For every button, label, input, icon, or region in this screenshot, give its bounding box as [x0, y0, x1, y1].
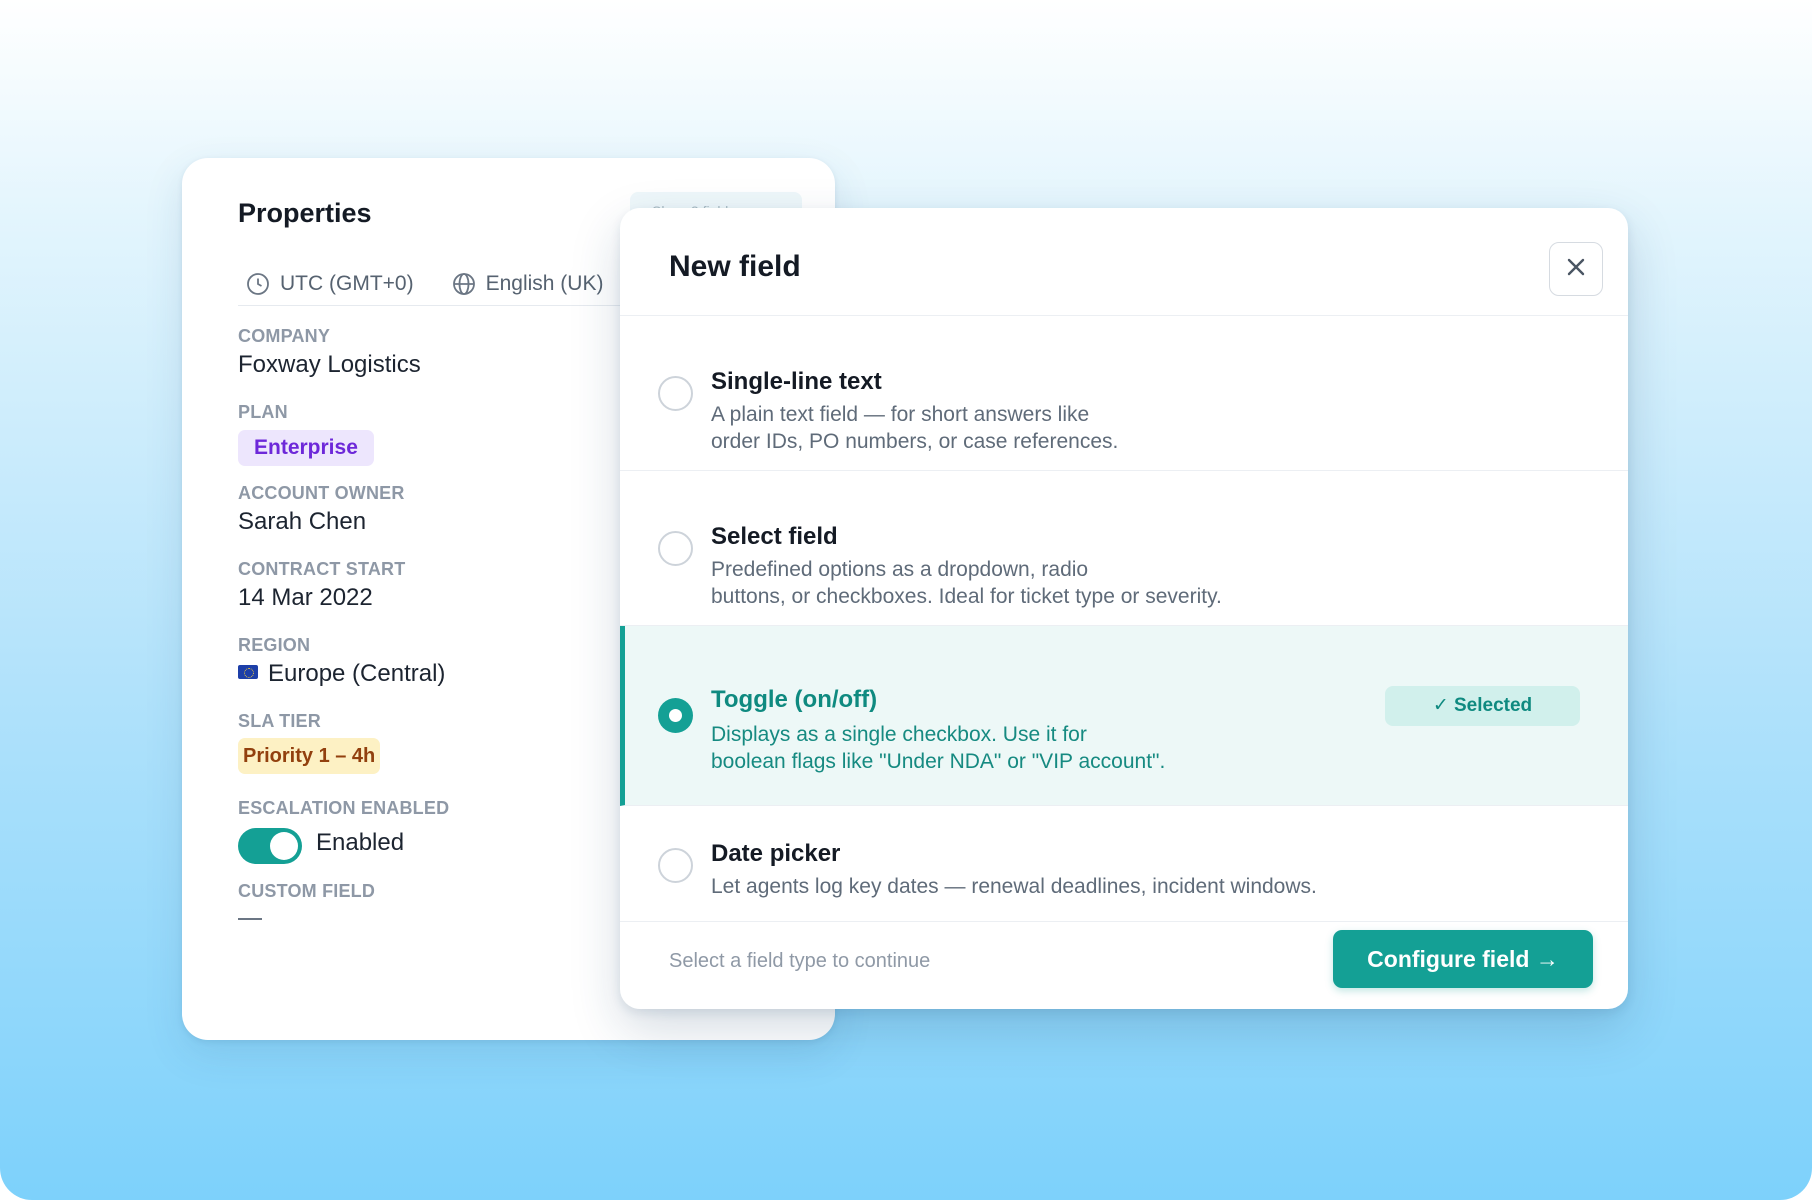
- custom-field-label: CUSTOM FIELD: [238, 881, 376, 901]
- option-description: Let agents log key dates — renewal deadl…: [711, 875, 1317, 898]
- company-value: Foxway Logistics: [238, 351, 421, 378]
- option-description: buttons, or checkboxes. Ideal for ticket…: [711, 585, 1222, 608]
- clock-icon: [246, 272, 270, 296]
- toggle-knob: [270, 832, 298, 860]
- option-description: Displays as a single checkbox. Use it fo…: [711, 723, 1087, 746]
- radio-toggle-selected[interactable]: [658, 698, 693, 733]
- footer-hint: Select a field type to continue: [669, 950, 931, 972]
- option-description: boolean flags like "Under NDA" or "VIP a…: [711, 750, 1166, 773]
- contract-start-label: CONTRACT START: [238, 559, 406, 579]
- configure-field-button[interactable]: Configure field →: [1333, 930, 1593, 988]
- option-description: A plain text field — for short answers l…: [711, 403, 1090, 426]
- option-title: Date picker: [711, 840, 841, 867]
- option-toggle-on-off[interactable]: Toggle (on/off) Displays as a single che…: [620, 626, 1628, 806]
- selected-badge: ✓ Selected: [1385, 686, 1580, 726]
- option-description: order IDs, PO numbers, or case reference…: [711, 430, 1119, 453]
- language-text: English (UK): [485, 272, 604, 295]
- option-description: Predefined options as a dropdown, radio: [711, 558, 1089, 581]
- option-title: Toggle (on/off): [711, 686, 878, 713]
- eu-flag-icon: [238, 665, 258, 679]
- close-icon: [1564, 255, 1588, 284]
- escalation-label: ESCALATION ENABLED: [238, 798, 450, 818]
- plan-label: PLAN: [238, 402, 288, 422]
- globe-icon: [452, 272, 476, 296]
- empty-value-dash: [238, 918, 262, 920]
- region-value: Europe (Central): [238, 660, 445, 688]
- contract-start-value: 14 Mar 2022: [238, 584, 373, 611]
- escalation-toggle[interactable]: [238, 828, 302, 864]
- language-item: English (UK): [452, 272, 604, 296]
- sla-tier-label: SLA TIER: [238, 711, 321, 731]
- locale-meta-row: UTC (GMT+0) English (UK): [246, 264, 603, 304]
- account-owner-value: Sarah Chen: [238, 508, 367, 535]
- timezone-item: UTC (GMT+0): [246, 272, 414, 296]
- escalation-status: Enabled: [316, 829, 405, 856]
- properties-title: Properties: [238, 198, 372, 228]
- new-field-modal: New field Single-line text A plain text …: [620, 208, 1628, 1009]
- option-date-picker[interactable]: Date picker Let agents log key dates — r…: [620, 806, 1628, 922]
- company-label: COMPANY: [238, 326, 331, 346]
- radio-date-picker[interactable]: [658, 848, 693, 883]
- close-button[interactable]: [1549, 242, 1603, 296]
- plan-badge: Enterprise: [238, 430, 374, 466]
- radio-select-field[interactable]: [658, 531, 693, 566]
- option-title: Select field: [711, 523, 838, 550]
- option-title: Single-line text: [711, 368, 882, 395]
- timezone-text: UTC (GMT+0): [280, 272, 414, 295]
- radio-single-line-text[interactable]: [658, 376, 693, 411]
- account-owner-label: ACCOUNT OWNER: [238, 483, 405, 503]
- modal-header: New field: [620, 208, 1628, 316]
- modal-title: New field: [669, 250, 801, 283]
- region-label: REGION: [238, 635, 311, 655]
- sla-tier-badge: Priority 1 – 4h: [238, 738, 381, 774]
- option-single-line-text[interactable]: Single-line text A plain text field — fo…: [620, 316, 1628, 471]
- option-select-field[interactable]: Select field Predefined options as a dro…: [620, 471, 1628, 626]
- region-text: Europe (Central): [268, 660, 446, 687]
